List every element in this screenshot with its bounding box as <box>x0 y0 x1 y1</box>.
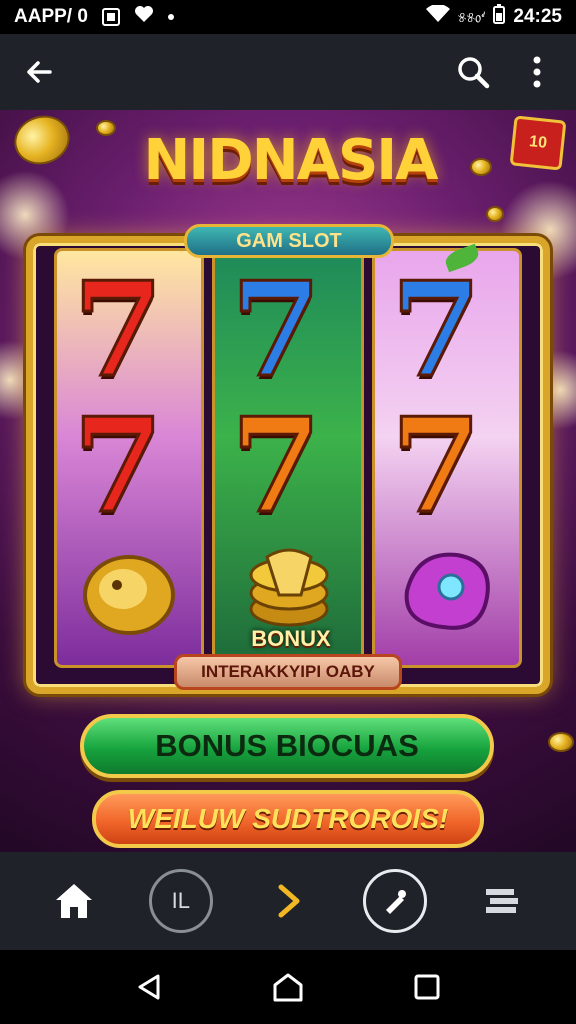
search-icon <box>458 57 490 89</box>
coin-symbol-icon <box>83 555 175 635</box>
arrow-left-icon <box>27 61 52 83</box>
reel-symbol-seven: 7 <box>71 253 164 406</box>
slot-reel-label: GAM SLOT <box>184 224 394 258</box>
reel-symbol-seven: 7 <box>389 389 482 542</box>
edit-icon <box>386 890 407 914</box>
slot-reel-1: 7 7 <box>54 248 204 668</box>
slot-game-banner: NIDNASIA 10 7 7 7 7 7 7 GAM SLOT BONUX I… <box>0 110 576 852</box>
heart-notification-icon <box>134 5 154 29</box>
slot-reel-2: 7 7 <box>212 248 364 668</box>
reel-symbol-seven: 7 <box>389 253 482 406</box>
system-recents-button[interactable] <box>392 952 462 1022</box>
gold-coin-icon <box>548 732 574 752</box>
bonus-secondary-button[interactable]: WEILUW SUDTROROIS! <box>92 790 484 848</box>
nav-home-button[interactable] <box>39 866 109 936</box>
chevron-right-icon <box>278 884 300 918</box>
gold-coin-icon <box>96 120 116 136</box>
slot-reel-3: 7 7 <box>372 243 522 668</box>
status-indicator-text: ୫୫᥆ᔊ <box>457 8 486 25</box>
coin-stack-symbol-icon <box>249 548 329 627</box>
bottom-navigation: IL <box>0 852 576 950</box>
dot-indicator-icon <box>167 14 174 20</box>
more-vert-icon <box>533 56 541 88</box>
nav-forward-button[interactable] <box>253 866 323 936</box>
menu-icon <box>486 889 519 913</box>
bonus-primary-button[interactable]: BONUS BIOCUAS <box>80 714 494 778</box>
library-icon: IL <box>148 869 213 933</box>
reel-symbol-seven: 7 <box>71 389 164 542</box>
status-time: 24:25 <box>513 6 562 27</box>
library-label: IL <box>171 888 190 913</box>
app-bar <box>0 34 576 110</box>
nav-edit-button[interactable] <box>360 866 430 936</box>
bonus-ribbon-label: INTERAKKYIPI OABY <box>174 654 402 690</box>
system-navigation-bar <box>0 950 576 1024</box>
nav-menu-button[interactable] <box>467 866 537 936</box>
square-recents-icon <box>414 974 440 1000</box>
wifi-icon <box>425 4 450 29</box>
red-envelope-badge: 10 <box>509 115 567 171</box>
more-options-button[interactable] <box>516 51 558 93</box>
gold-coin-icon <box>486 206 504 222</box>
triangle-back-icon <box>138 974 160 1000</box>
gold-coin-icon <box>7 110 77 172</box>
back-button[interactable] <box>18 51 60 93</box>
gem-shell-symbol-icon <box>404 552 490 630</box>
home-outline-icon <box>273 973 303 1002</box>
search-button[interactable] <box>452 51 494 93</box>
reel-symbol-seven: 7 <box>229 253 322 406</box>
gold-coin-icon <box>470 158 492 176</box>
status-bar: AAPP/ 0 ୫୫᥆ᔊ 24:25 <box>0 0 576 34</box>
home-icon <box>55 884 92 918</box>
reel-symbol-seven: 7 <box>229 389 322 542</box>
status-app-label: AAPP/ 0 <box>14 6 88 27</box>
nav-library-button[interactable]: IL <box>146 866 216 936</box>
edit-circle <box>363 869 428 933</box>
game-title: NIDNASIA <box>143 128 439 193</box>
battery-icon <box>493 4 506 30</box>
system-home-button[interactable] <box>253 952 323 1022</box>
bonus-word-label: BONUX <box>251 626 331 651</box>
notification-square-icon <box>101 8 120 26</box>
system-back-button[interactable] <box>114 952 184 1022</box>
